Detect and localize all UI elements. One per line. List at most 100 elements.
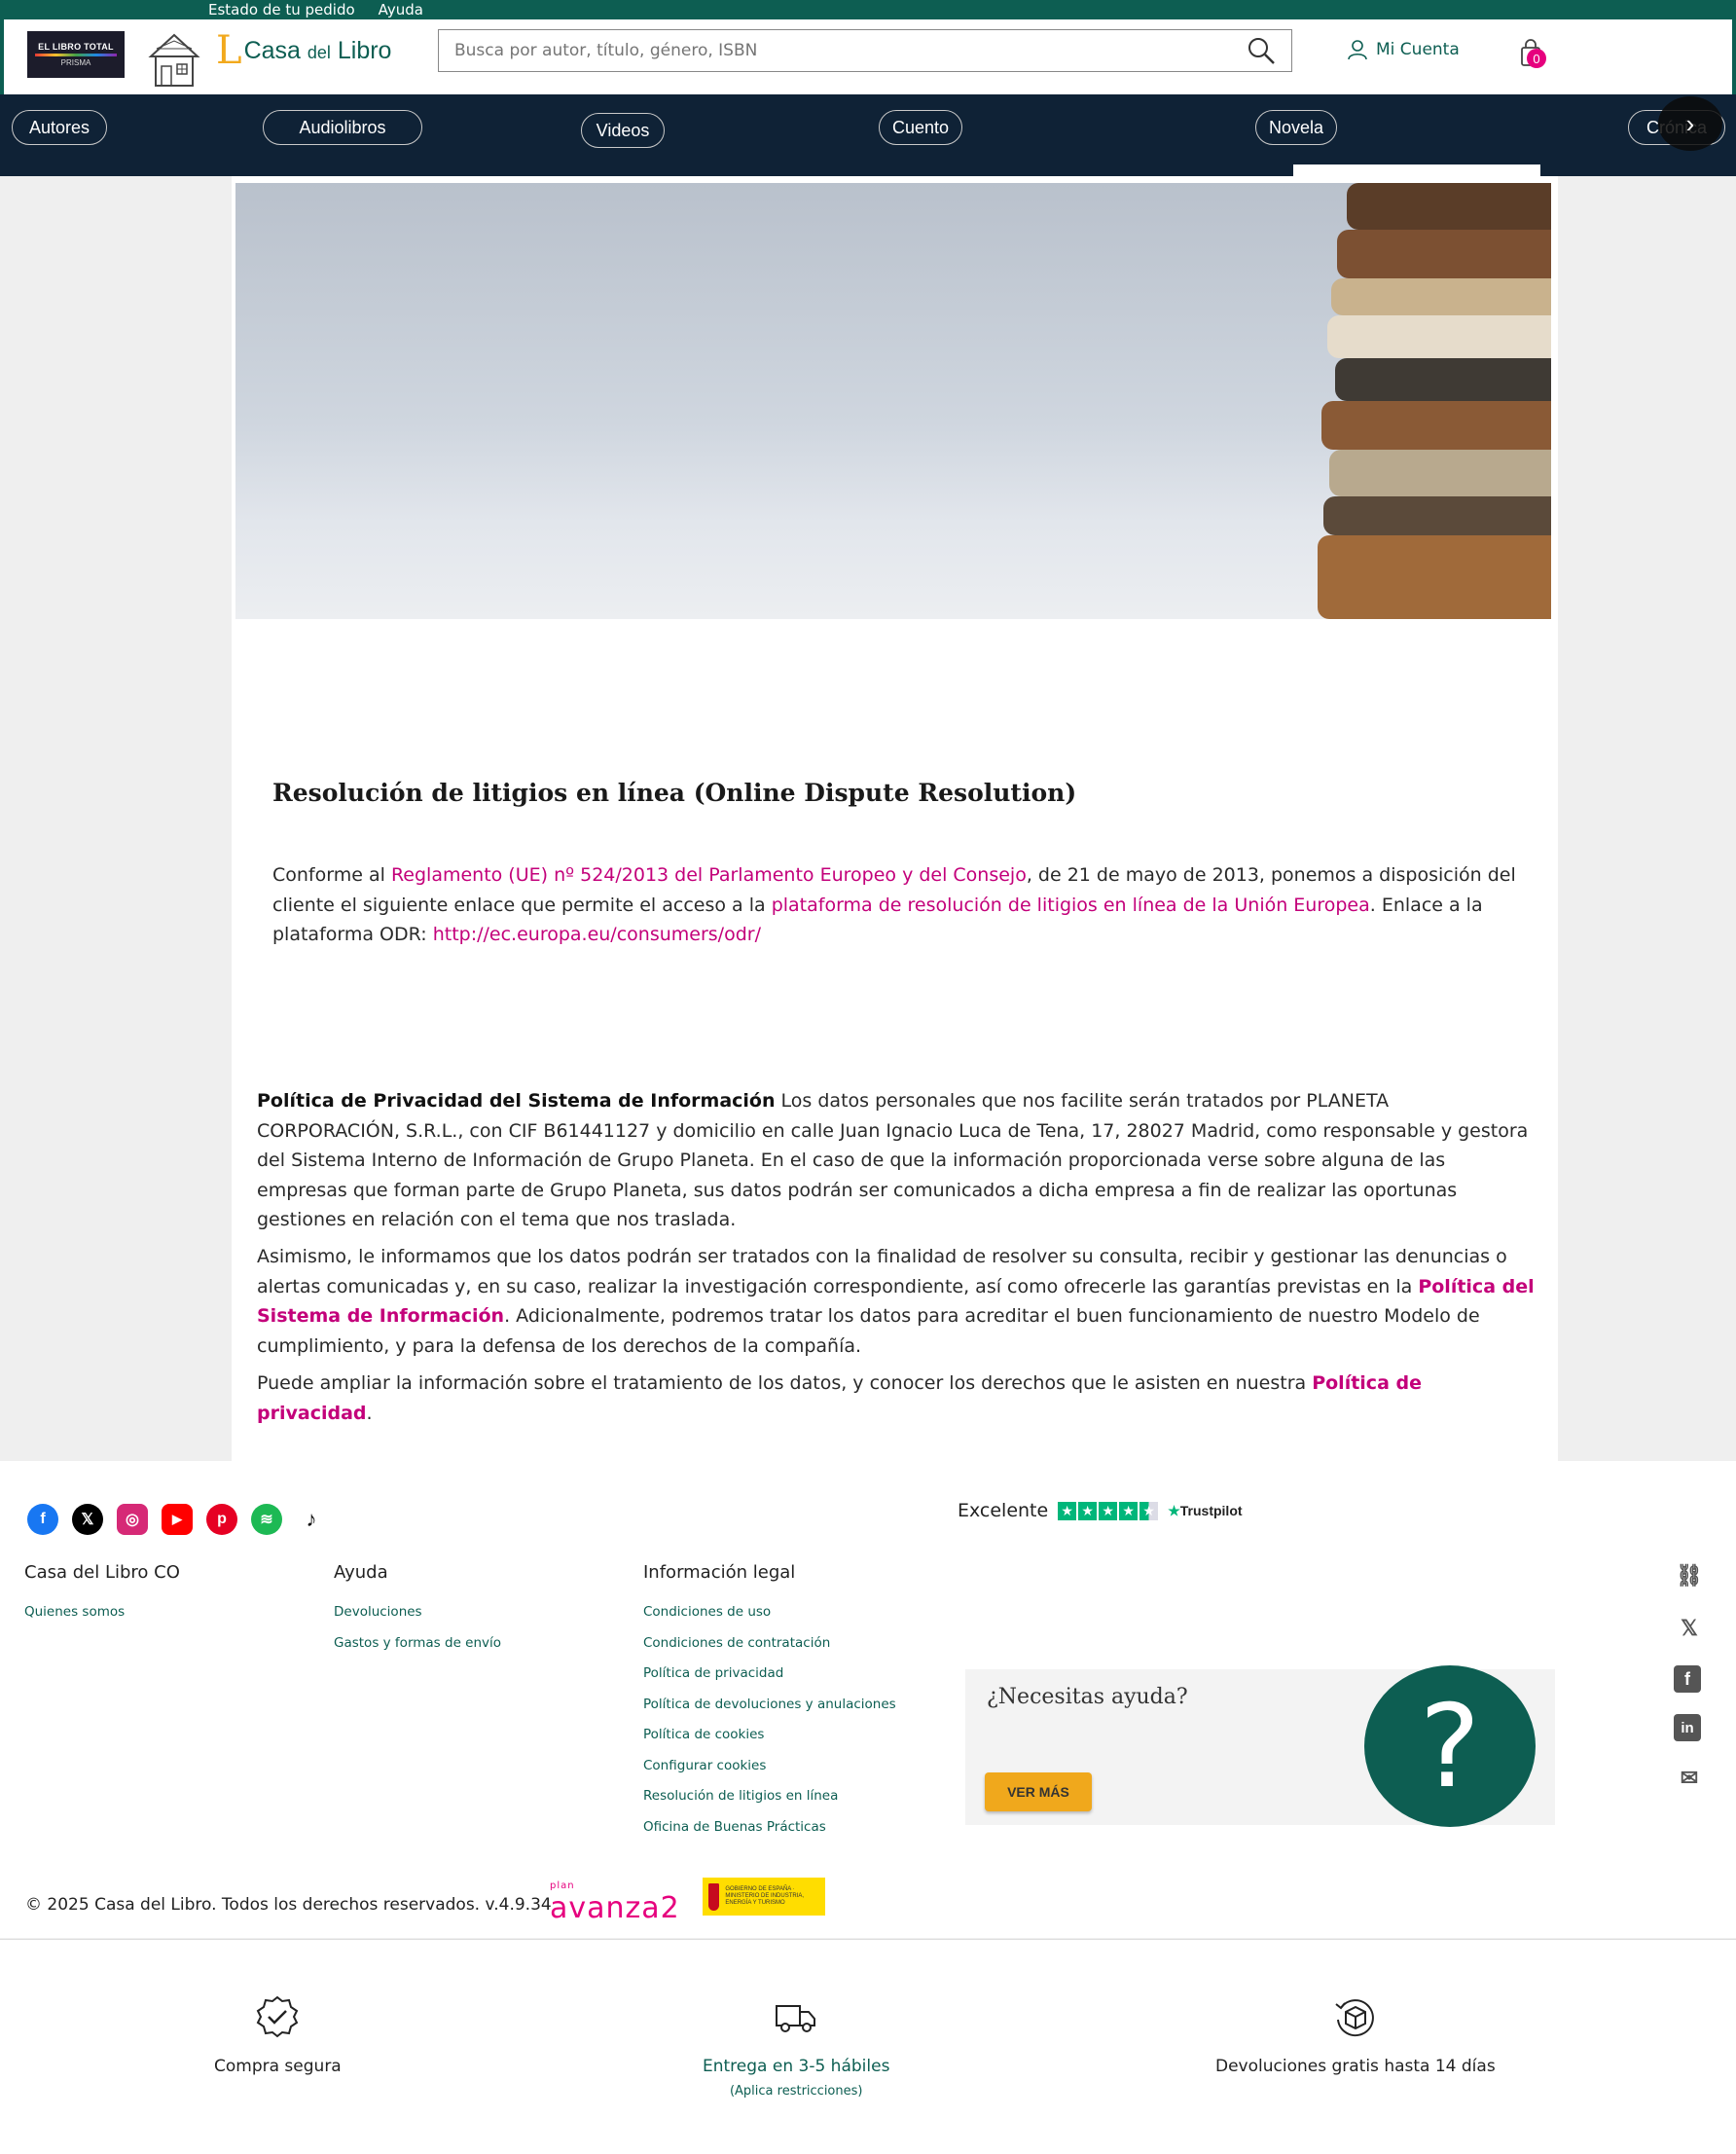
books-stack-image: [1318, 183, 1551, 619]
logo-name-small: del: [307, 43, 331, 62]
page-title: Resolución de litigios en línea (Online …: [272, 779, 1077, 807]
book-spine: [1323, 496, 1551, 535]
odr-platform-link[interactable]: plataforma de resolución de litigios en …: [772, 894, 1370, 916]
linkedin-share-icon[interactable]: in: [1674, 1714, 1701, 1741]
footer-link-politica-privacidad[interactable]: Política de privacidad: [643, 1665, 896, 1697]
footer-link-buenas-practicas[interactable]: Oficina de Buenas Prácticas: [643, 1819, 896, 1850]
ver-mas-button[interactable]: VER MÁS: [985, 1772, 1092, 1811]
odr-url-link[interactable]: http://ec.europa.eu/consumers/odr/: [433, 924, 761, 945]
footer-link-condiciones-contratacion[interactable]: Condiciones de contratación: [643, 1635, 896, 1666]
cart-count-badge: 0: [1527, 49, 1546, 68]
book-spine: [1318, 535, 1551, 619]
user-icon: [1348, 40, 1367, 60]
facebook-icon[interactable]: f: [27, 1504, 58, 1535]
trustpilot-rating: Excelente: [958, 1500, 1049, 1521]
footer-heading: Ayuda: [334, 1562, 388, 1583]
account-label: Mi Cuenta: [1376, 40, 1460, 59]
return-box-icon: [1335, 1999, 1374, 2037]
home-icon[interactable]: [148, 31, 200, 88]
instagram-icon[interactable]: ◎: [117, 1504, 148, 1535]
search-icon[interactable]: [1247, 36, 1276, 65]
book-spine: [1347, 183, 1551, 230]
trustpilot-brand-label: Trustpilot: [1179, 1502, 1243, 1518]
spotify-icon[interactable]: ≋: [251, 1504, 282, 1535]
category-autores[interactable]: Autores: [12, 110, 107, 145]
libro-total-subtitle: PRISMA: [60, 58, 91, 67]
logo-name: Casa del Libro: [244, 37, 392, 65]
link-icon[interactable]: ⛓: [1674, 1560, 1705, 1591]
category-audiolibros[interactable]: Audiolibros: [263, 110, 422, 145]
plan-avanza-logo: plan avanza2: [550, 1880, 680, 1926]
hero-banner-image: [235, 183, 1551, 619]
logo-name-end: Libro: [337, 37, 392, 64]
libro-total-stripe: [35, 54, 117, 56]
account-link[interactable]: Mi Cuenta: [1347, 39, 1460, 60]
book-spine: [1335, 358, 1551, 401]
feature-label: Compra segura: [214, 2057, 342, 2076]
share-bar: ⛓ 𝕏 f in ✉: [1674, 1560, 1705, 1794]
verified-badge-icon: [257, 1995, 299, 2038]
star-icon: ★: [1058, 1501, 1077, 1520]
trustpilot-star-icon: ★: [1168, 1502, 1180, 1518]
facebook-share-icon[interactable]: f: [1674, 1665, 1701, 1693]
email-share-icon[interactable]: ✉: [1674, 1763, 1705, 1794]
rights-text-2: .: [366, 1402, 373, 1424]
libro-total-logo[interactable]: EL LIBRO TOTAL PRISMA: [27, 31, 125, 78]
logo-name-main: Casa: [243, 37, 301, 64]
casa-del-libro-logo[interactable]: L Casa del Libro: [216, 31, 391, 70]
privacy-paragraph: Política de Privacidad del Sistema de In…: [257, 1086, 1537, 1235]
coat-of-arms-icon: [708, 1882, 720, 1911]
truck-icon: [776, 2005, 816, 2032]
help-question: ¿Necesitas ayuda?: [987, 1685, 1188, 1709]
search-input[interactable]: [454, 41, 1247, 60]
star-icon: ★: [1099, 1501, 1118, 1520]
footer-link-devoluciones[interactable]: Devoluciones: [334, 1604, 501, 1635]
youtube-icon[interactable]: ▶: [162, 1504, 193, 1535]
question-mark-icon: ?: [1364, 1665, 1536, 1827]
tiktok-icon[interactable]: ♪: [296, 1504, 327, 1535]
x-icon[interactable]: 𝕏: [72, 1504, 103, 1535]
avanza-label: avanza2: [550, 1891, 680, 1925]
site-header: EL LIBRO TOTAL PRISMA L Casa del Libro M…: [0, 19, 1736, 94]
footer-column-legal: Información legal Condiciones de uso Con…: [643, 1562, 896, 1849]
regulation-link[interactable]: Reglamento (UE) nº 524/2013 del Parlamen…: [391, 864, 1027, 886]
category-cuento[interactable]: Cuento: [879, 110, 962, 145]
logo-letter: L: [216, 28, 242, 73]
category-videos[interactable]: Videos: [581, 113, 665, 148]
footer-link-resolucion-litigios[interactable]: Resolución de litigios en línea: [643, 1788, 896, 1819]
star-icon: ★: [1119, 1501, 1139, 1520]
service-features: Compra segura Entrega en 3-5 hábiles (Ap…: [0, 1940, 1736, 2154]
pinterest-icon[interactable]: p: [206, 1504, 237, 1535]
footer-link-politica-devoluciones[interactable]: Política de devoluciones y anulaciones: [643, 1697, 896, 1728]
footer-link-politica-cookies[interactable]: Política de cookies: [643, 1727, 896, 1758]
book-spine: [1337, 230, 1551, 278]
footer-heading: Casa del Libro CO: [24, 1562, 180, 1583]
rights-paragraph: Puede ampliar la información sobre el tr…: [257, 1369, 1537, 1428]
carousel-next-button[interactable]: ›: [1658, 96, 1722, 151]
footer-link-configurar-cookies[interactable]: Configurar cookies: [643, 1758, 896, 1789]
footer-link-condiciones-uso[interactable]: Condiciones de uso: [643, 1604, 896, 1635]
help-box: ¿Necesitas ayuda? VER MÁS ?: [965, 1665, 1555, 1827]
footer-column-ayuda: Ayuda Devoluciones Gastos y formas de en…: [334, 1562, 501, 1665]
x-share-icon[interactable]: 𝕏: [1674, 1613, 1705, 1644]
star-icon: ★: [1078, 1501, 1098, 1520]
category-carousel: Autores Audiolibros Videos Cuento Novela…: [0, 94, 1736, 176]
help-link[interactable]: Ayuda: [379, 1, 423, 18]
footer-link-gastos-envio[interactable]: Gastos y formas de envío: [334, 1635, 501, 1666]
gov-label: GOBIERNO DE ESPAÑA · MINISTERIO DE INDUS…: [725, 1886, 805, 1906]
rights-text-1: Puede ampliar la información sobre el tr…: [257, 1372, 1313, 1394]
book-spine: [1327, 315, 1551, 358]
trustpilot-widget[interactable]: Excelente ★ ★ ★ ★ ★ ★Trustpilot: [958, 1500, 1243, 1521]
star-icon: ★: [1139, 1501, 1159, 1520]
libro-total-title: EL LIBRO TOTAL: [38, 42, 114, 52]
purpose-text-1: Asimismo, le informamos que los datos po…: [257, 1246, 1507, 1297]
book-spine: [1321, 401, 1551, 450]
odr-text-1: Conforme al: [272, 864, 391, 886]
footer-link-quienes-somos[interactable]: Quienes somos: [24, 1604, 180, 1635]
avanza-small-label: plan: [550, 1880, 575, 1891]
category-novela[interactable]: Novela: [1255, 110, 1337, 145]
search-bar: [438, 29, 1292, 72]
odr-paragraph: Conforme al Reglamento (UE) nº 524/2013 …: [272, 860, 1537, 950]
trustpilot-stars: ★ ★ ★ ★ ★: [1058, 1501, 1159, 1520]
order-status-link[interactable]: Estado de tu pedido: [208, 1, 355, 18]
